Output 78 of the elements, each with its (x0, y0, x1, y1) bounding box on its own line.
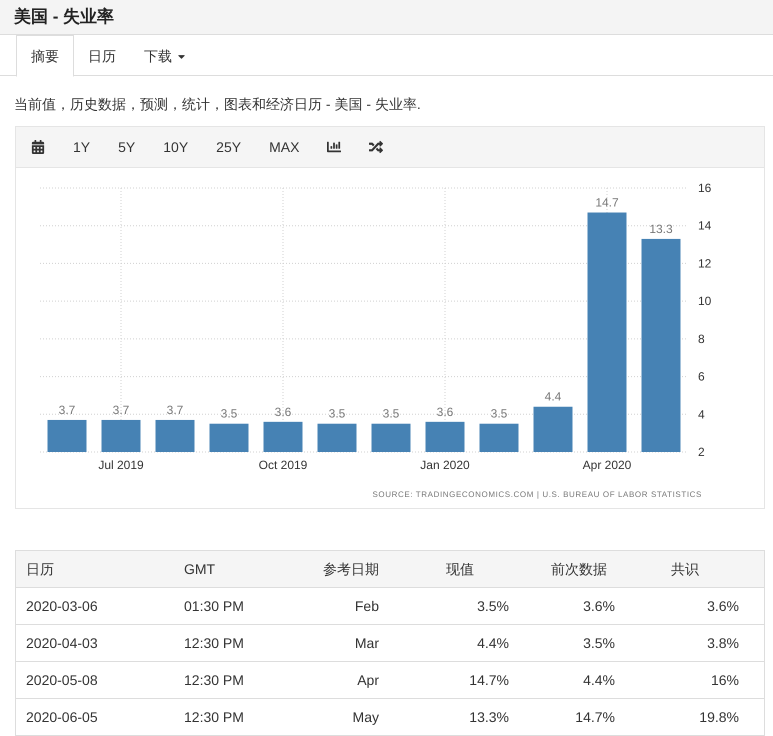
bar-value-label: 4.4 (544, 390, 562, 404)
table-cell-text: May (352, 708, 380, 727)
table-cell-text: 12:30 PM (183, 670, 245, 690)
y-axis-label: 8 (698, 332, 705, 346)
table-cell-text: 4.4% (476, 634, 510, 652)
bar-value-label: 3.5 (328, 406, 346, 421)
table-cell-text: 3.8% (706, 634, 740, 652)
x-axis-label: Jan 2020 (420, 458, 470, 472)
bar-value-label: 3.7 (112, 402, 130, 417)
range-button[interactable]: 1Y (69, 136, 94, 158)
y-axis-label: 10 (698, 294, 712, 308)
tab[interactable]: 下载 (130, 35, 201, 77)
column-header: 参考日期 (322, 560, 380, 578)
shuffle-icon[interactable] (369, 140, 384, 154)
bar-value-label: 3.6 (436, 404, 454, 419)
table-cell-text: 14.7% (574, 708, 616, 726)
bar-value-label: 13.3 (649, 222, 673, 236)
range-button[interactable]: MAX (265, 136, 304, 158)
bar-value-label: 3.5 (382, 406, 400, 421)
table-cell-text: 3.6% (582, 596, 616, 616)
bar-chart-icon[interactable] (327, 140, 342, 154)
bar (210, 424, 248, 452)
bar (318, 424, 356, 452)
table-cell-text: Feb (354, 596, 380, 616)
y-axis-label: 6 (698, 370, 705, 384)
column-header: GMT (183, 560, 216, 578)
table-cell-text: 19.8% (698, 708, 740, 726)
table-cell-text: 12:30 PM (183, 634, 245, 652)
range-button[interactable]: 25Y (212, 136, 246, 158)
x-axis-label: Jul 2019 (98, 458, 144, 472)
tab[interactable]: 摘要 (16, 35, 74, 77)
bar (102, 420, 140, 452)
bar (426, 422, 464, 452)
column-header: 日历 (25, 560, 55, 578)
y-axis-label: 4 (698, 407, 705, 422)
table-cell-text: 2020-04-03 (25, 634, 99, 652)
bar-value-label: 3.5 (490, 406, 508, 421)
bar-value-label: 3.7 (58, 402, 76, 417)
bar-value-label: 3.7 (166, 402, 184, 417)
column-header: 前次数据 (550, 560, 608, 578)
x-axis-label: Oct 2019 (258, 458, 308, 472)
table-cell-text: Mar (354, 634, 380, 652)
table-cell-text: 2020-03-06 (25, 596, 99, 616)
table-cell-text: 4.4% (582, 670, 616, 690)
table-cell-text: 01:30 PM (183, 596, 245, 616)
column-header: 共识 (670, 560, 700, 578)
bar (480, 424, 518, 452)
bar-value-label: 3.6 (274, 404, 292, 419)
tab[interactable]: 日历 (74, 35, 130, 77)
table-cell-text: 16% (710, 670, 740, 690)
table-cell-text: 3.6% (706, 596, 740, 616)
page-title: 美国 - 失业率 (14, 6, 114, 28)
bar (372, 424, 410, 452)
column-header: 现值 (445, 560, 475, 578)
table-cell-text: 14.7% (468, 670, 510, 690)
table-cell-text: 2020-05-08 (25, 670, 99, 690)
table-cell-text: 2020-06-05 (25, 708, 99, 726)
table-cell-text: Apr (356, 670, 380, 690)
y-axis-label: 16 (698, 181, 712, 195)
description: 当前值，历史数据，预测，统计，图表和经济日历 - 美国 - 失业率. (14, 94, 421, 114)
bar-value-label: 14.7 (595, 196, 619, 210)
table-cell-text: 3.5% (476, 596, 510, 616)
calendar-icon[interactable] (31, 140, 45, 154)
bar-value-label: 3.5 (220, 406, 238, 421)
y-axis-label: 14 (698, 218, 712, 233)
bar (48, 420, 86, 452)
table-cell-text: 3.5% (582, 634, 616, 652)
chart-source: SOURCE: TRADINGECONOMICS.COM | U.S. BUREAU OF LABOR STATISTICS (372, 490, 702, 499)
x-axis-label: Apr 2020 (582, 458, 632, 472)
table-cell-text: 13.3% (468, 708, 510, 726)
y-axis-label: 12 (698, 256, 712, 270)
bar (534, 406, 572, 452)
bar (264, 422, 302, 452)
y-axis-label: 2 (698, 445, 705, 459)
range-button[interactable]: 5Y (114, 136, 140, 158)
bar (156, 420, 194, 452)
table-cell-text: 12:30 PM (183, 708, 245, 726)
range-button[interactable]: 10Y (159, 136, 192, 158)
